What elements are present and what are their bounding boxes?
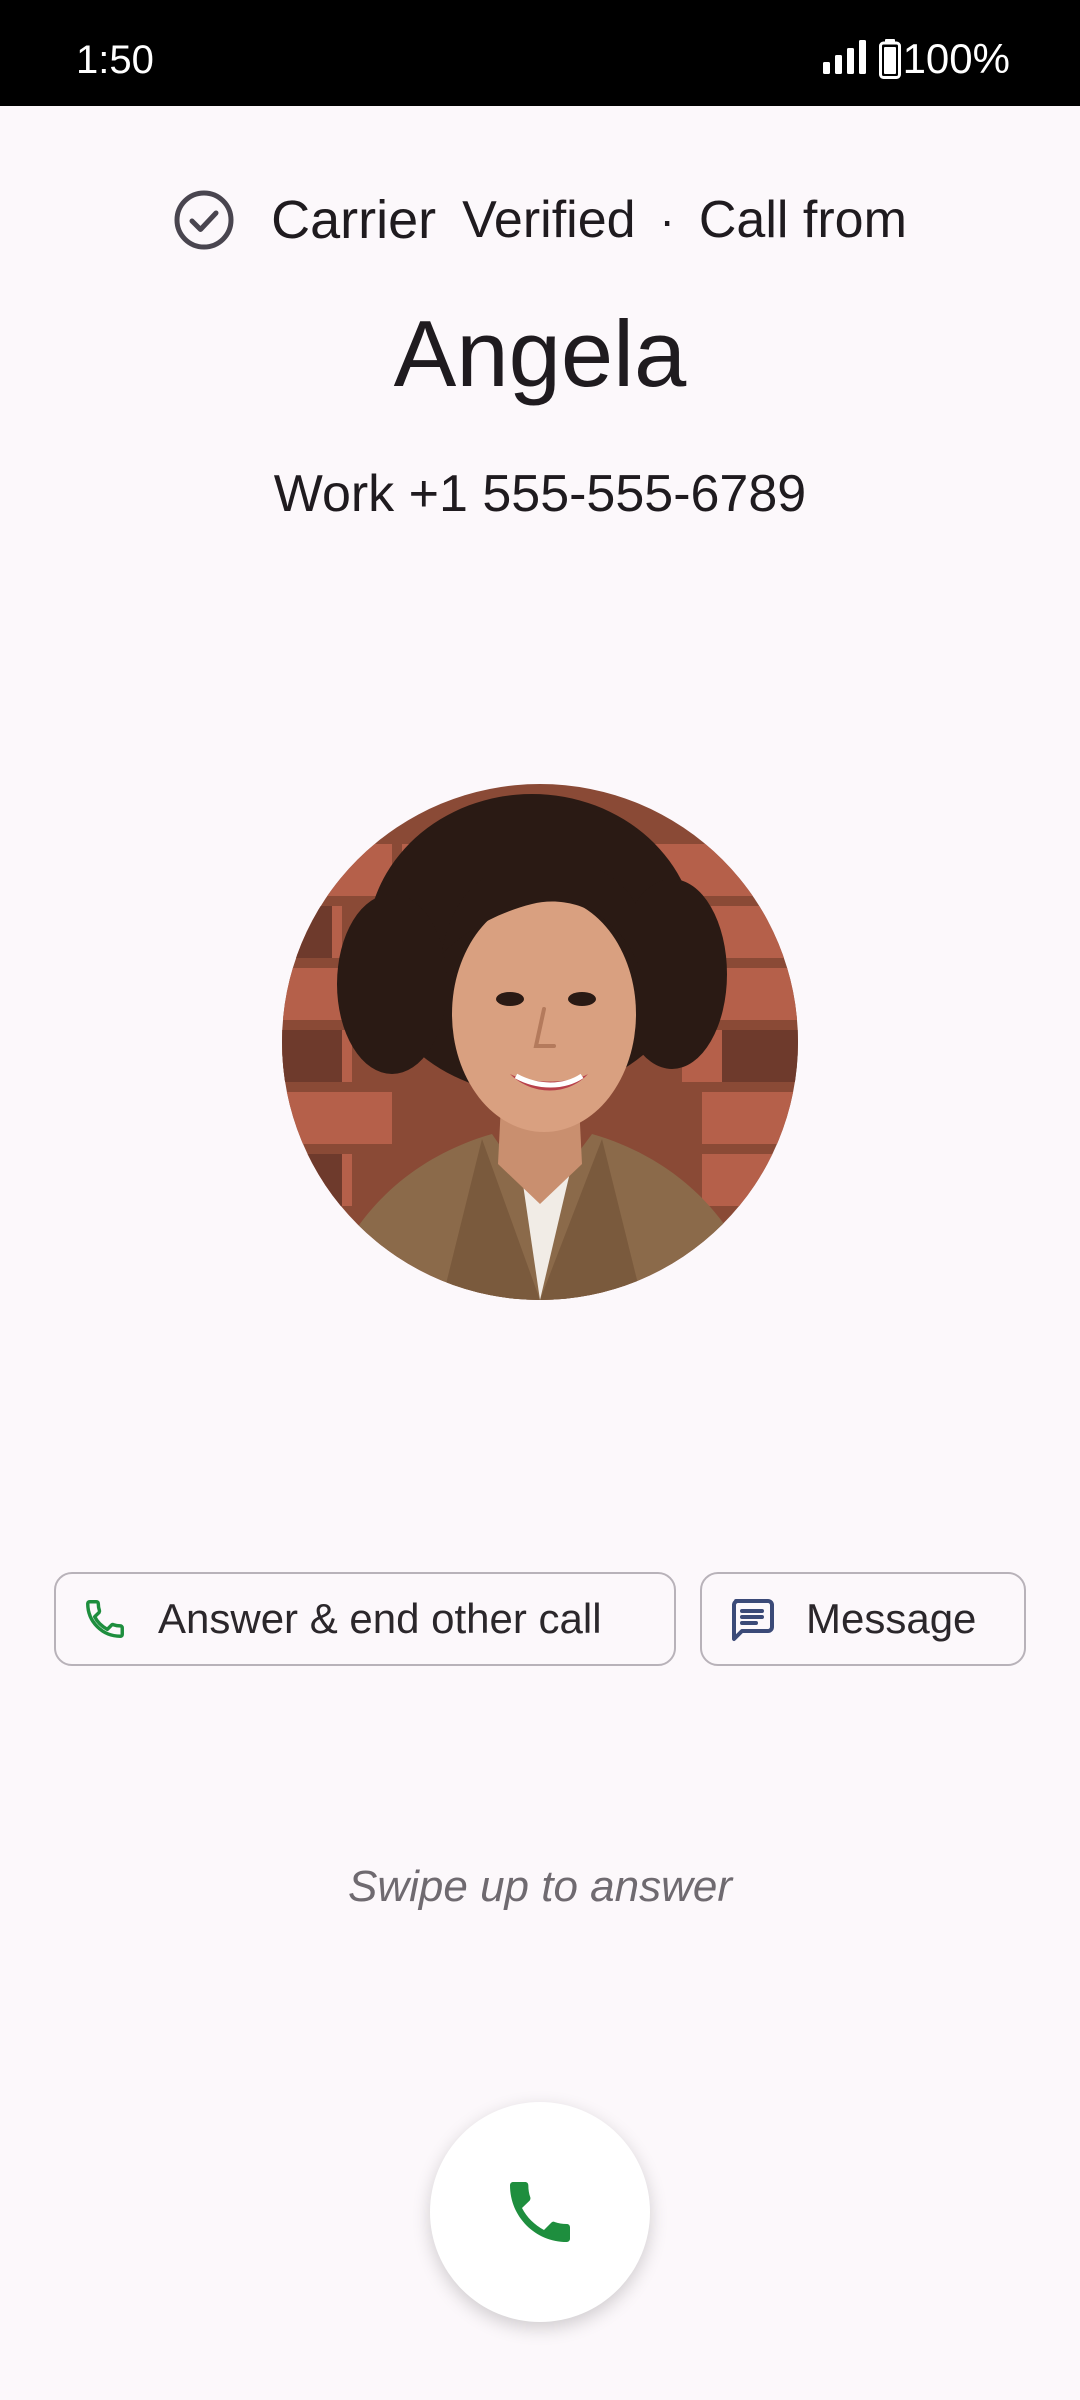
- phone-icon: [82, 1596, 128, 1642]
- carrier-label: Carrier: [271, 190, 437, 250]
- caller-name: Angela: [393, 301, 687, 406]
- phone-icon: [500, 2172, 580, 2252]
- answer-call-button[interactable]: [430, 2102, 650, 2322]
- status-icons: 100%: [822, 34, 1010, 84]
- caller-verification: Carrier Verified · Call from: [0, 186, 1080, 254]
- swipe-hint: Swipe up to answer: [348, 1862, 732, 1911]
- answer-and-end-other-call-label: Answer & end other call: [158, 1595, 602, 1642]
- battery-icon: [878, 39, 901, 79]
- answer-and-end-other-call-button[interactable]: Answer & end other call: [54, 1572, 676, 1666]
- message-button[interactable]: Message: [700, 1572, 1026, 1666]
- verified-label: Verified: [462, 191, 636, 249]
- check-circle-icon: [173, 189, 235, 251]
- status-time: 1:50: [76, 38, 154, 82]
- status-bar: 1:50 100%: [0, 0, 1080, 106]
- message-icon: [728, 1595, 776, 1643]
- battery-percent: 100%: [902, 35, 1010, 82]
- caller-number: Work +1 555-555-6789: [273, 465, 807, 523]
- signal-icon: [822, 39, 869, 79]
- contact-avatar: [282, 784, 798, 1300]
- message-label: Message: [806, 1595, 977, 1642]
- call-from-label: Call from: [698, 191, 907, 249]
- separator-dot: ·: [659, 194, 675, 246]
